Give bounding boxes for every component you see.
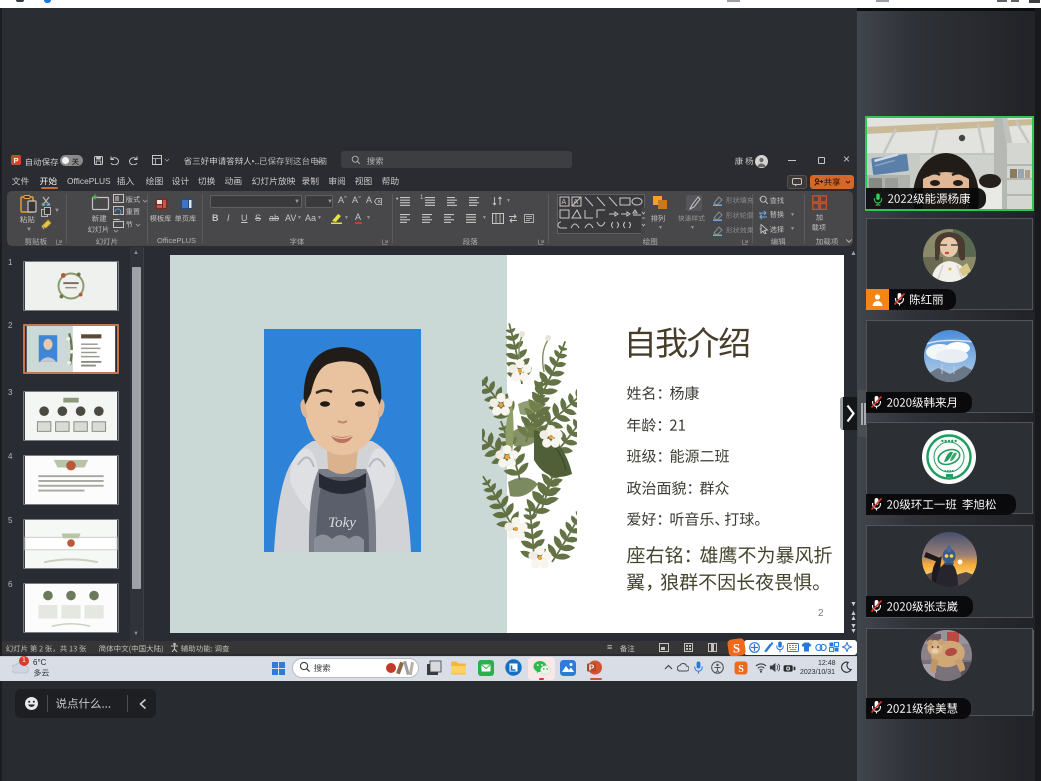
svg-text:Toky: Toky [328,515,356,531]
svg-text:S: S [733,641,740,656]
svg-text:●●●●●: ●●●●● [941,439,958,445]
svg-text:A: A [562,199,567,206]
svg-text:A: A [574,199,579,206]
svg-text:P: P [589,664,595,673]
svg-text:S: S [738,664,744,675]
svg-text:●●●●: ●●●● [944,468,954,473]
svg-text:P: P [13,156,18,165]
